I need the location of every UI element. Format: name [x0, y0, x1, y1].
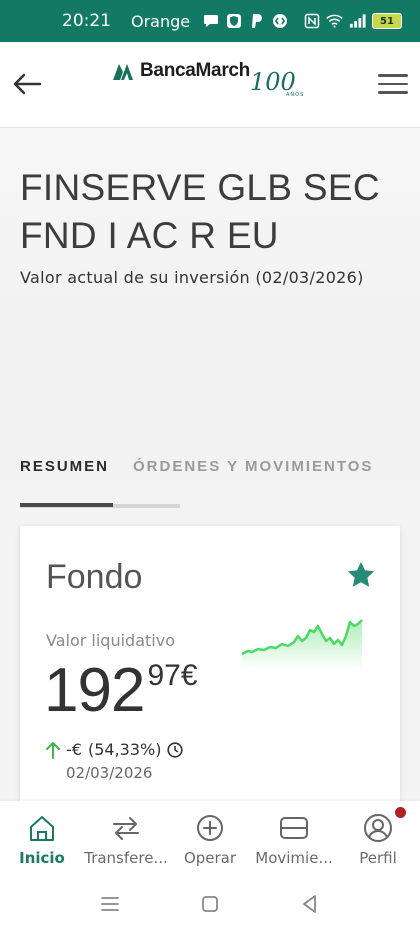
nav-label-transferencias: Transfere...: [84, 849, 168, 867]
brand-logo: BancaMarch: [112, 60, 250, 82]
tab-ordenes-movimientos[interactable]: ÓRDENES Y MOVIMIENTOS: [133, 458, 373, 475]
fund-name: FINSERVE GLB SEC FND I AC R EU: [20, 167, 380, 256]
nfc-icon: [303, 13, 320, 30]
status-time: 20:21: [62, 11, 111, 31]
menu-icon-line: [378, 91, 408, 94]
nav-item-transferencias[interactable]: Transfere...: [84, 813, 168, 867]
nav-label-operar: Operar: [183, 849, 237, 867]
battery-icon: 51: [372, 13, 402, 29]
nav-label-movimientos: Movimie...: [255, 849, 333, 867]
tab-resumen[interactable]: RESUMEN: [20, 458, 109, 475]
price-decimal: 97: [147, 659, 181, 692]
change-amount: -€: [66, 740, 82, 759]
home-icon: [30, 816, 54, 841]
price-value: 192 97 €: [44, 656, 198, 726]
nav-label-perfil: Perfil: [359, 849, 397, 867]
change-percent: (54,33%): [87, 740, 162, 759]
menu-icon-line: [378, 82, 408, 86]
signal-icon: [349, 13, 366, 30]
status-system-icons: 51: [303, 13, 402, 30]
system-nav-bar: [0, 875, 420, 933]
transfer-icon: [113, 817, 139, 840]
menu-button[interactable]: [378, 69, 408, 99]
nav-item-movimientos[interactable]: Movimie...: [252, 813, 336, 867]
notification-badge: [395, 807, 406, 818]
tab-indicator: [20, 503, 113, 507]
app-header: BancaMarch 100 AÑOS: [0, 42, 420, 128]
home-system-icon[interactable]: [199, 893, 221, 915]
fund-card[interactable]: Fondo Valor liquidativo 192 97 € -€ (54,…: [20, 526, 400, 826]
arrow-left-icon: [13, 73, 42, 95]
menu-icon-line: [378, 74, 408, 77]
nav-label-inicio: Inicio: [19, 849, 65, 867]
star-icon[interactable]: [346, 560, 376, 590]
change-date: 02/03/2026: [66, 764, 153, 782]
nav-item-operar[interactable]: Operar: [168, 813, 252, 867]
banca-march-logo-icon: [113, 64, 133, 80]
status-app-icons: [202, 13, 288, 30]
change-row: -€ (54,33%): [46, 740, 184, 759]
fund-subtitle: Valor actual de su inversión (02/03/2026…: [20, 268, 364, 287]
value-label: Valor liquidativo: [46, 631, 175, 650]
price-currency: €: [180, 659, 198, 692]
user-icon: [364, 814, 392, 842]
wifi-icon: [326, 13, 343, 30]
status-carrier: Orange: [131, 11, 191, 31]
price-integer: 192: [44, 656, 145, 725]
anniversary-sub: AÑOS: [286, 92, 305, 98]
shield-icon: [225, 13, 242, 30]
arrow-up-icon: [46, 741, 60, 759]
card-title: Fondo: [46, 558, 143, 596]
fund-hero: FINSERVE GLB SEC FND I AC R EU Valor act…: [0, 128, 420, 512]
bottom-nav: Inicio Transfere... Operar Movimie... Pe…: [0, 801, 420, 875]
tab-bar: RESUMEN ÓRDENES Y MOVIMIENTOS: [20, 458, 400, 475]
plus-circle-icon: [197, 815, 223, 841]
recent-apps-icon[interactable]: [99, 893, 121, 915]
clock-icon: [167, 741, 184, 758]
chat-icon: [202, 13, 219, 30]
nav-item-perfil[interactable]: Perfil: [336, 807, 420, 867]
nav-item-inicio[interactable]: Inicio: [0, 813, 84, 867]
wallet-icon: [280, 817, 308, 839]
brand-name: BancaMarch: [140, 60, 250, 81]
status-bar: 20:21 Orange 51: [0, 0, 420, 42]
back-system-icon[interactable]: [299, 893, 321, 915]
back-button[interactable]: [10, 67, 44, 101]
shazam-icon: [271, 13, 288, 30]
paypal-icon: [248, 13, 265, 30]
price-sparkline: [241, 619, 363, 670]
